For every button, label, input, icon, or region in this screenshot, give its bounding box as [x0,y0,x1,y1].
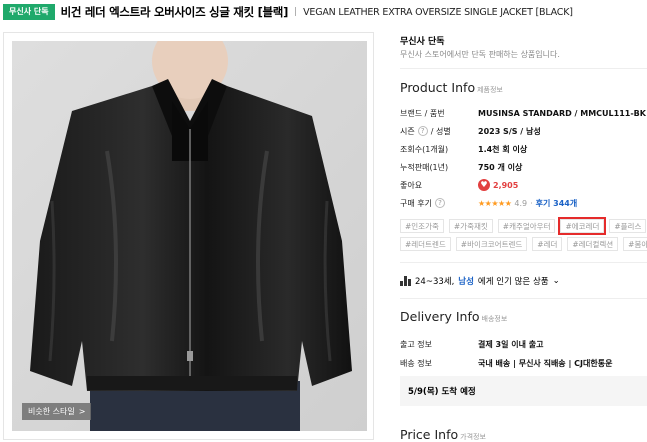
info-value[interactable]: MUSINSA STANDARD / MMCUL111-BK [478,109,646,118]
title-separator: | [294,7,298,17]
product-info-title: Product Info [400,80,476,95]
tag-chip[interactable]: #봄아 [623,237,647,251]
tag-chip[interactable]: #레더컬렉션 [567,237,619,251]
delivery-info-title: Delivery Info [400,309,480,324]
product-photo[interactable] [12,41,367,431]
product-title-english: VEGAN LEATHER EXTRA OVERSIZE SINGLE JACK… [303,6,573,18]
help-icon[interactable]: ? [434,198,445,208]
info-label: 조회수(1개월) [400,144,449,154]
tag-row-2: #레더트렌드 #바이크코어트렌드 #레더 #레더컬렉션 #봄아 [400,237,647,251]
chevron-right-icon: > [78,407,86,416]
exclusive-badge: 무신사 단독 [3,4,55,20]
delivery-label: 출고 정보 [400,339,432,349]
review-summary: ★★★★★ 4.9 · 후기 344개 [478,198,577,209]
tag-chip[interactable]: #바이크코어트렌드 [455,237,528,251]
season-label: 시즌 [400,126,415,136]
info-value: 1.4천 회 이상 [478,144,528,154]
info-label: 누적판매(1년) [400,162,449,172]
tag-chip[interactable]: #인조가죽 [400,219,444,233]
rating-value: 4.9 [514,198,528,208]
divider [400,262,647,263]
info-row-reviews: 구매 후기 ? ★★★★★ 4.9 · 후기 344개 [400,196,577,210]
help-icon[interactable]: ? [417,126,428,136]
tag-row-1: #인조가죽 #가죽재킷 #캐주얼아우터 #에코레더 #플리스 [400,217,647,235]
info-row-likes: 좋아요 ♥ 2,905 [400,178,518,192]
tag-chip[interactable]: #플리스 [609,219,647,233]
tag-chip[interactable]: #레더 [532,237,563,251]
rating-separator: · [530,198,533,208]
info-row-brand: 브랜드 / 품번 MUSINSA STANDARD / MMCUL111-BK [400,106,646,120]
review-label: 구매 후기 [400,198,432,208]
heart-icon: ♥ [478,179,490,191]
price-info-title: Price Info [400,427,459,442]
tag-chip[interactable]: #레더트렌드 [400,237,451,251]
similar-style-label: 비슷한 스타일 [28,407,75,416]
tag-chip[interactable]: #가죽재킷 [448,219,493,233]
popular-suffix: 에게 인기 많은 상품 [477,277,549,287]
like-count: 2,905 [493,180,519,190]
delivery-value: 결제 3일 이내 출고 [478,339,544,349]
star-rating-icon: ★★★★★ [478,198,512,208]
like-button[interactable]: ♥ 2,905 [478,179,518,191]
popular-gender: 남성 [458,277,474,287]
delivery-row-shipping: 배송 정보 국내 배송 | 무신사 직배송 | CJ대한통운 [400,356,612,370]
review-count-link[interactable]: 후기 344개 [536,198,578,209]
arrival-estimate: 5/9(목) 도착 예정 [400,376,647,406]
info-row-views: 조회수(1개월) 1.4천 회 이상 [400,142,527,156]
product-info-subtitle: 제품정보 [477,86,503,94]
info-row-season: 시즌 ? / 성별 2023 S/S / 남성 [400,124,541,138]
info-label: 시즌 ? / 성별 [400,126,478,137]
product-image-frame [3,32,374,440]
info-label: 좋아요 [400,180,423,190]
divider [400,298,647,299]
tag-chip-highlighted[interactable]: #에코레더 [558,217,607,235]
info-row-sales: 누적판매(1년) 750 개 이상 [400,160,522,174]
bar-chart-icon [400,276,411,286]
price-info-heading: Price Info 가격정보 [400,427,486,442]
delivery-label: 배송 정보 [400,358,432,368]
popular-age: 24~33세, [415,277,455,287]
delivery-info-heading: Delivery Info 배송정보 [400,309,507,324]
divider [400,68,647,69]
gender-label: / 성별 [430,126,451,136]
product-title-bar: 무신사 단독 비건 레더 엑스트라 오버사이즈 싱글 재킷 [블랙] | VEG… [0,0,647,24]
product-info-heading: Product Info 제품정보 [400,80,503,95]
popularity-row[interactable]: 24~33세, 남성 에게 인기 많은 상품 ⌄ [400,275,560,287]
tag-chip[interactable]: #캐주얼아우터 [497,219,556,233]
info-value: 2023 S/S / 남성 [478,126,541,136]
delivery-value: 국내 배송 | 무신사 직배송 | CJ대한통운 [478,358,613,368]
exclusive-title: 무신사 단독 [400,37,445,47]
delivery-row-release: 출고 정보 결제 3일 이내 출고 [400,337,543,351]
exclusive-description: 무신사 스토어에서만 단독 판매하는 상품입니다. [400,50,560,59]
product-title-korean: 비건 레더 엑스트라 오버사이즈 싱글 재킷 [블랙] [60,5,289,19]
info-label: 구매 후기 ? [400,198,478,209]
delivery-info-subtitle: 배송정보 [481,315,508,323]
info-label: 브랜드 / 품번 [400,108,445,118]
info-value: 750 개 이상 [478,162,523,172]
similar-style-button[interactable]: 비슷한 스타일 > [22,403,92,420]
jacket-illustration [12,41,367,431]
price-info-subtitle: 가격정보 [460,433,486,441]
chevron-down-icon[interactable]: ⌄ [553,276,560,286]
